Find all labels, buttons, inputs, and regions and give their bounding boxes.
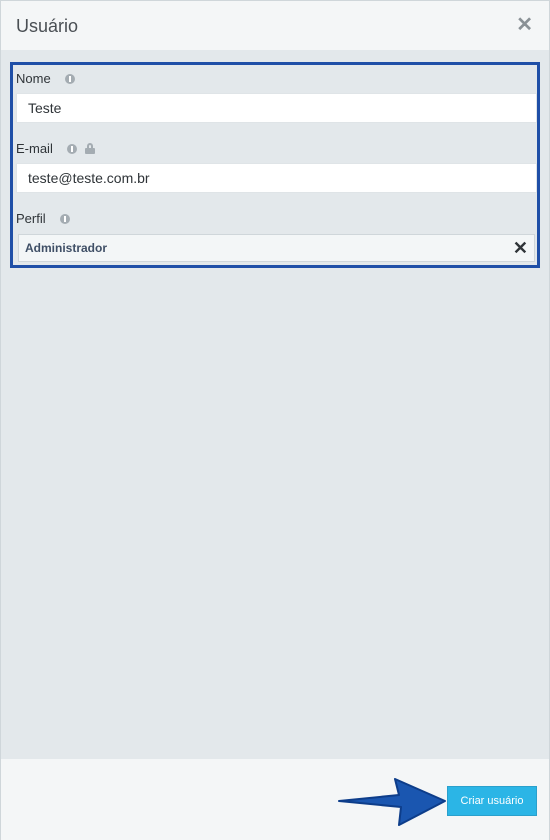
lock-icon xyxy=(84,143,95,154)
close-icon[interactable]: ✕ xyxy=(516,15,533,35)
info-icon xyxy=(59,213,70,224)
arrow-pointer xyxy=(338,778,446,826)
user-modal: Usuário ✕ Nome Teste E-mail teste@teste.… xyxy=(0,0,550,840)
email-label-row: E-mail xyxy=(16,141,95,156)
clear-icon[interactable]: ✕ xyxy=(513,239,528,257)
profile-select[interactable]: Administrador ✕ xyxy=(18,234,535,262)
name-input[interactable]: Teste xyxy=(16,93,537,123)
name-label: Nome xyxy=(16,71,51,86)
modal-title: Usuário xyxy=(16,16,79,36)
form-highlight-box: Nome Teste E-mail teste@teste.com.br Per… xyxy=(10,62,540,268)
name-label-row: Nome xyxy=(16,71,75,86)
email-label: E-mail xyxy=(16,141,53,156)
modal-header: Usuário ✕ xyxy=(1,1,549,51)
email-input[interactable]: teste@teste.com.br xyxy=(16,163,537,193)
create-user-button[interactable]: Criar usuário xyxy=(447,786,537,816)
info-icon xyxy=(64,73,75,84)
profile-label-row: Perfil xyxy=(16,211,70,226)
profile-selected-value: Administrador xyxy=(25,241,108,255)
profile-label: Perfil xyxy=(16,211,46,226)
info-icon xyxy=(66,143,77,154)
